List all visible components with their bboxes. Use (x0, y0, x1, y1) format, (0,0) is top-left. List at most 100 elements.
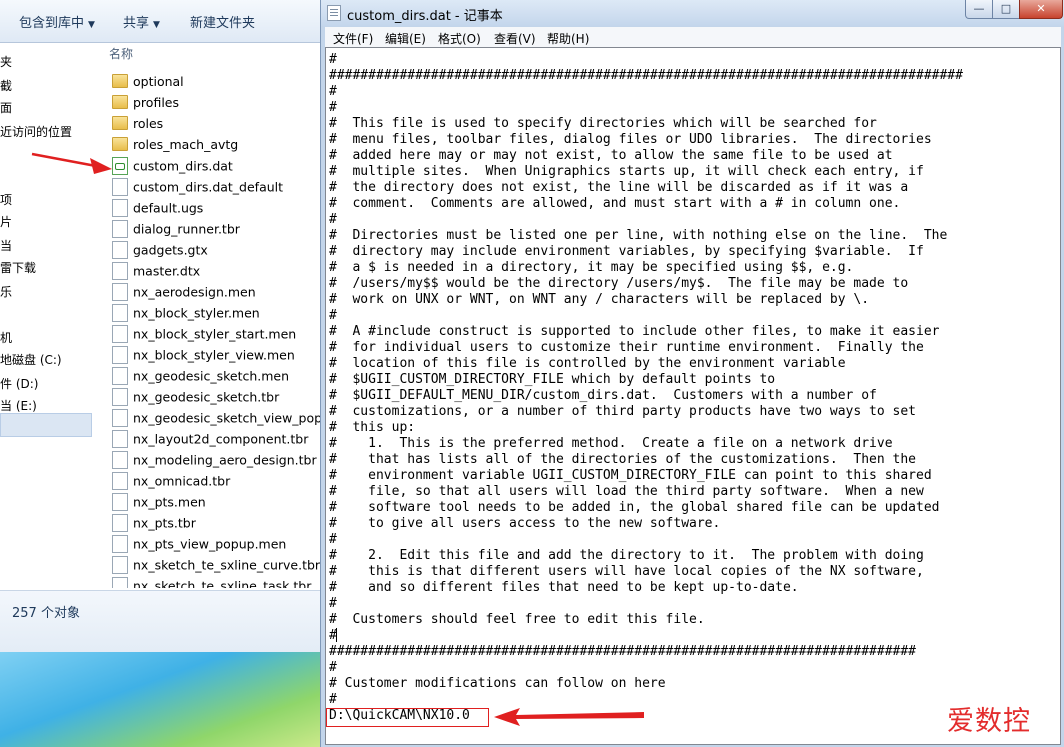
file-row[interactable]: nx_sketch_te_sxline_task.tbr (112, 577, 320, 588)
menu-help[interactable]: 帮助(H) (547, 30, 589, 47)
file-icon (112, 388, 128, 406)
file-icon (112, 493, 128, 511)
file-icon (112, 241, 128, 259)
minimize-button[interactable]: — (965, 0, 993, 19)
file-name: custom_dirs.dat_default (133, 179, 284, 195)
nav-item[interactable]: 当 (E:) (0, 397, 37, 414)
file-name: nx_layout2d_component.tbr (133, 431, 309, 447)
text-line: # file, so that all users will load the … (329, 484, 924, 499)
file-icon (112, 472, 128, 490)
file-name: nx_aerodesign.men (133, 284, 256, 300)
explorer-window: 包含到库中 ▼ 共享 ▼ 新建文件夹 夹截面近访问的位置项片当雷下载乐机地磁盘 (C… (0, 0, 320, 747)
notepad-titlebar[interactable]: custom_dirs.dat - 记事本 — □ ✕ (321, 0, 1064, 26)
text-editor[interactable]: # #######################################… (325, 47, 1061, 745)
file-name: nx_sketch_te_sxline_task.tbr (133, 578, 312, 589)
file-icon (112, 367, 128, 385)
nav-item[interactable]: 面 (0, 99, 12, 116)
new-folder-button[interactable]: 新建文件夹 (190, 12, 255, 31)
text-line: # (329, 660, 337, 675)
text-line: # (329, 52, 337, 67)
file-icon (112, 556, 128, 574)
file-row[interactable]: nx_sketch_te_sxline_curve.tbr (112, 556, 320, 576)
text-line: # (329, 692, 337, 707)
close-button[interactable]: ✕ (1019, 0, 1063, 19)
notepad-window: custom_dirs.dat - 记事本 — □ ✕ 文件(F) 编辑(E) … (320, 0, 1064, 747)
file-row[interactable]: nx_block_styler_view.men (112, 346, 320, 366)
file-row[interactable]: nx_pts_view_popup.men (112, 535, 320, 555)
file-row[interactable]: roles_mach_avtg (112, 136, 320, 156)
file-list: ^ 名称 optional profiles roles roles_mach_avt… (100, 43, 320, 588)
nav-item[interactable]: 地磁盘 (C:) (0, 351, 62, 368)
file-row[interactable]: nx_pts.men (112, 493, 320, 513)
file-icon (112, 283, 128, 301)
file-row[interactable]: nx_modeling_aero_design.tbr (112, 451, 320, 471)
text-line: # (329, 84, 337, 99)
file-row[interactable]: roles (112, 115, 320, 135)
menu-file[interactable]: 文件(F) (333, 30, 373, 47)
chevron-down-icon: ▼ (153, 20, 160, 30)
nav-item[interactable]: 近访问的位置 (0, 123, 72, 140)
file-row[interactable]: nx_block_styler_start.men (112, 325, 320, 345)
text-line: # added here may or may not exist, to al… (329, 148, 893, 163)
file-row[interactable]: gadgets.gtx (112, 241, 320, 261)
file-row[interactable]: default.ugs (112, 199, 320, 219)
text-line: # customizations, or a number of third p… (329, 404, 916, 419)
menu-edit[interactable]: 编辑(E) (385, 30, 426, 47)
menu-view[interactable]: 查看(V) (494, 30, 536, 47)
maximize-button[interactable]: □ (992, 0, 1020, 19)
text-line: # Customers should feel free to edit thi… (329, 612, 705, 627)
text-line: # environment variable UGII_CUSTOM_DIREC… (329, 468, 932, 483)
red-arrow-annotation (494, 708, 644, 726)
file-name: nx_pts.men (133, 494, 206, 510)
file-name: default.ugs (133, 200, 204, 216)
file-row[interactable]: optional (112, 73, 320, 93)
file-row[interactable]: nx_geodesic_sketch_view_popup (112, 409, 320, 429)
text-line: # (329, 308, 337, 323)
file-row[interactable]: nx_geodesic_sketch.men (112, 367, 320, 387)
text-line: # Directories must be listed one per lin… (329, 228, 948, 243)
file-row[interactable]: nx_aerodesign.men (112, 283, 320, 303)
status-bar: 257 个对象 (0, 590, 320, 653)
nav-item[interactable]: 片 (0, 213, 12, 230)
file-row[interactable]: profiles (112, 94, 320, 114)
text-line: # (329, 212, 337, 227)
include-in-library-button[interactable]: 包含到库中 ▼ (19, 12, 95, 31)
text-line: # 2. Edit this file and add the director… (329, 548, 924, 563)
file-row[interactable]: nx_geodesic_sketch.tbr (112, 388, 320, 408)
nav-item[interactable]: 乐 (0, 283, 12, 300)
nav-item[interactable]: 夹 (0, 53, 12, 70)
file-icon (112, 514, 128, 532)
nav-item[interactable]: 截 (0, 77, 12, 94)
text-line: # (329, 532, 337, 547)
file-name: gadgets.gtx (133, 242, 208, 258)
file-row[interactable]: custom_dirs.dat_default (112, 178, 320, 198)
file-icon (112, 325, 128, 343)
text-line: # and so different files that need to be… (329, 580, 799, 595)
file-name: nx_sketch_te_sxline_curve.tbr (133, 557, 320, 573)
navigation-pane: 夹截面近访问的位置项片当雷下载乐机地磁盘 (C:) 件 (D:) 当 (E:) (0, 43, 96, 588)
file-row[interactable]: nx_pts.tbr (112, 514, 320, 534)
file-row[interactable]: nx_omnicad.tbr (112, 472, 320, 492)
folder-icon (112, 73, 128, 88)
sort-ascending-icon: ^ (229, 43, 237, 49)
file-icon (112, 157, 128, 175)
share-button[interactable]: 共享 ▼ (123, 12, 160, 31)
file-name: nx_omnicad.tbr (133, 473, 231, 489)
file-row[interactable]: custom_dirs.dat (112, 157, 320, 177)
nav-item[interactable]: 机 (0, 329, 12, 346)
column-header-name[interactable]: 名称 (109, 45, 133, 62)
file-row[interactable]: master.dtx (112, 262, 320, 282)
nav-item[interactable]: 当 (0, 237, 12, 254)
file-name: dialog_runner.tbr (133, 221, 240, 237)
nav-item[interactable]: 项 (0, 191, 12, 208)
file-row[interactable]: dialog_runner.tbr (112, 220, 320, 240)
menu-format[interactable]: 格式(O) (438, 30, 481, 47)
file-row[interactable]: nx_block_styler.men (112, 304, 320, 324)
explorer-toolbar: 包含到库中 ▼ 共享 ▼ 新建文件夹 (0, 0, 320, 43)
file-name: nx_pts.tbr (133, 515, 196, 531)
desktop-wallpaper (0, 652, 320, 747)
file-row[interactable]: nx_layout2d_component.tbr (112, 430, 320, 450)
text-line: # the directory does not exist, the line… (329, 180, 909, 195)
nav-item[interactable]: 件 (D:) (0, 375, 38, 392)
nav-item[interactable]: 雷下载 (0, 259, 36, 276)
